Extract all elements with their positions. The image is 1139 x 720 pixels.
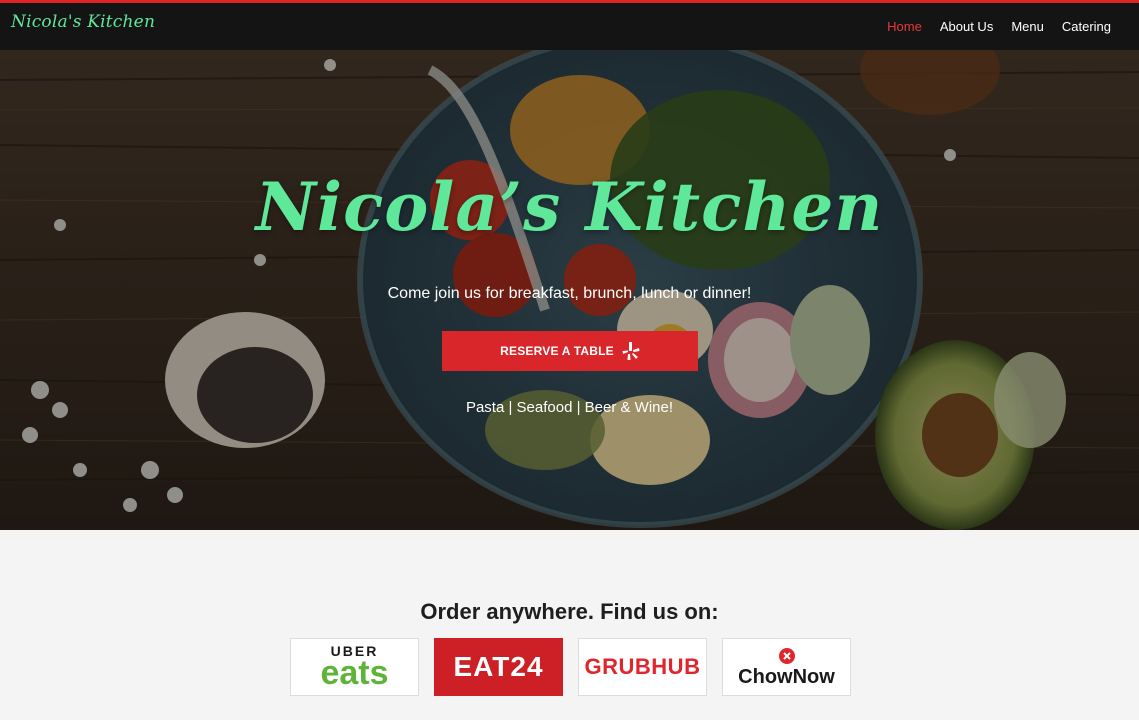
yelp-icon [622,342,640,360]
nav-link-about-us[interactable]: About Us [940,19,993,34]
top-navigation-bar: Nicola's Kitchen Home About Us Menu Cate… [0,0,1139,50]
order-section-title: Order anywhere. Find us on: [420,599,719,624]
hero-subtitle: Come join us for breakfast, brunch, lunc… [387,285,752,302]
grubhub-logo-link[interactable]: GRUBHUB [578,638,707,696]
chownow-pin-icon [778,648,795,664]
main-nav: Home About Us Menu Catering [887,19,1111,34]
reserve-table-label: RESERVE A TABLE [500,344,614,358]
nav-link-home[interactable]: Home [887,19,922,34]
delivery-partners-list: UBER eats EAT24 GRUBHUB ChowNow [290,638,851,696]
hero-tagline: Pasta | Seafood | Beer & Wine! [465,399,674,416]
nav-link-menu[interactable]: Menu [1011,19,1044,34]
nav-link-catering[interactable]: Catering [1062,19,1111,34]
brand-logo-text[interactable]: Nicola's Kitchen [11,12,155,32]
chownow-logo-text: ChowNow [738,666,835,688]
reserve-table-button[interactable]: RESERVE A TABLE [442,331,698,371]
chownow-logo-link[interactable]: ChowNow [722,638,851,696]
ubereats-logo-line2: eats [320,654,389,692]
eat24-logo-text: EAT24 [453,651,544,682]
eat24-logo-link[interactable]: EAT24 [434,638,563,696]
hero-section: Nicola’s Kitchen Come join us for breakf… [0,50,1139,530]
hero-title: Nicola’s Kitchen [255,168,884,246]
grubhub-logo-text: GRUBHUB [584,654,701,679]
ubereats-logo-link[interactable]: UBER eats [290,638,419,696]
